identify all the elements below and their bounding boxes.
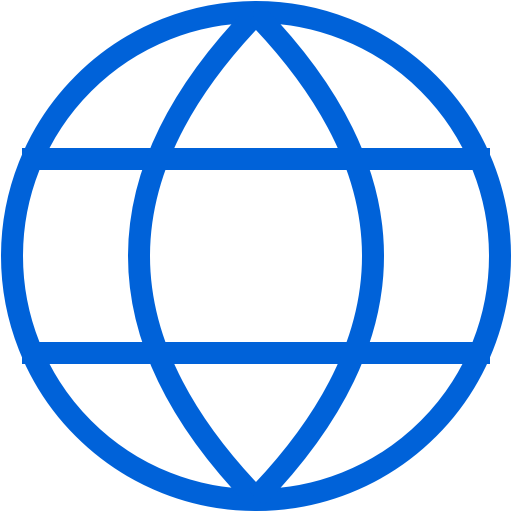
meridian-left bbox=[128, 6, 264, 506]
meridian-right bbox=[248, 6, 384, 506]
globe-icon bbox=[1, 1, 511, 511]
icon-canvas bbox=[0, 0, 512, 512]
globe-outline bbox=[1, 1, 511, 511]
